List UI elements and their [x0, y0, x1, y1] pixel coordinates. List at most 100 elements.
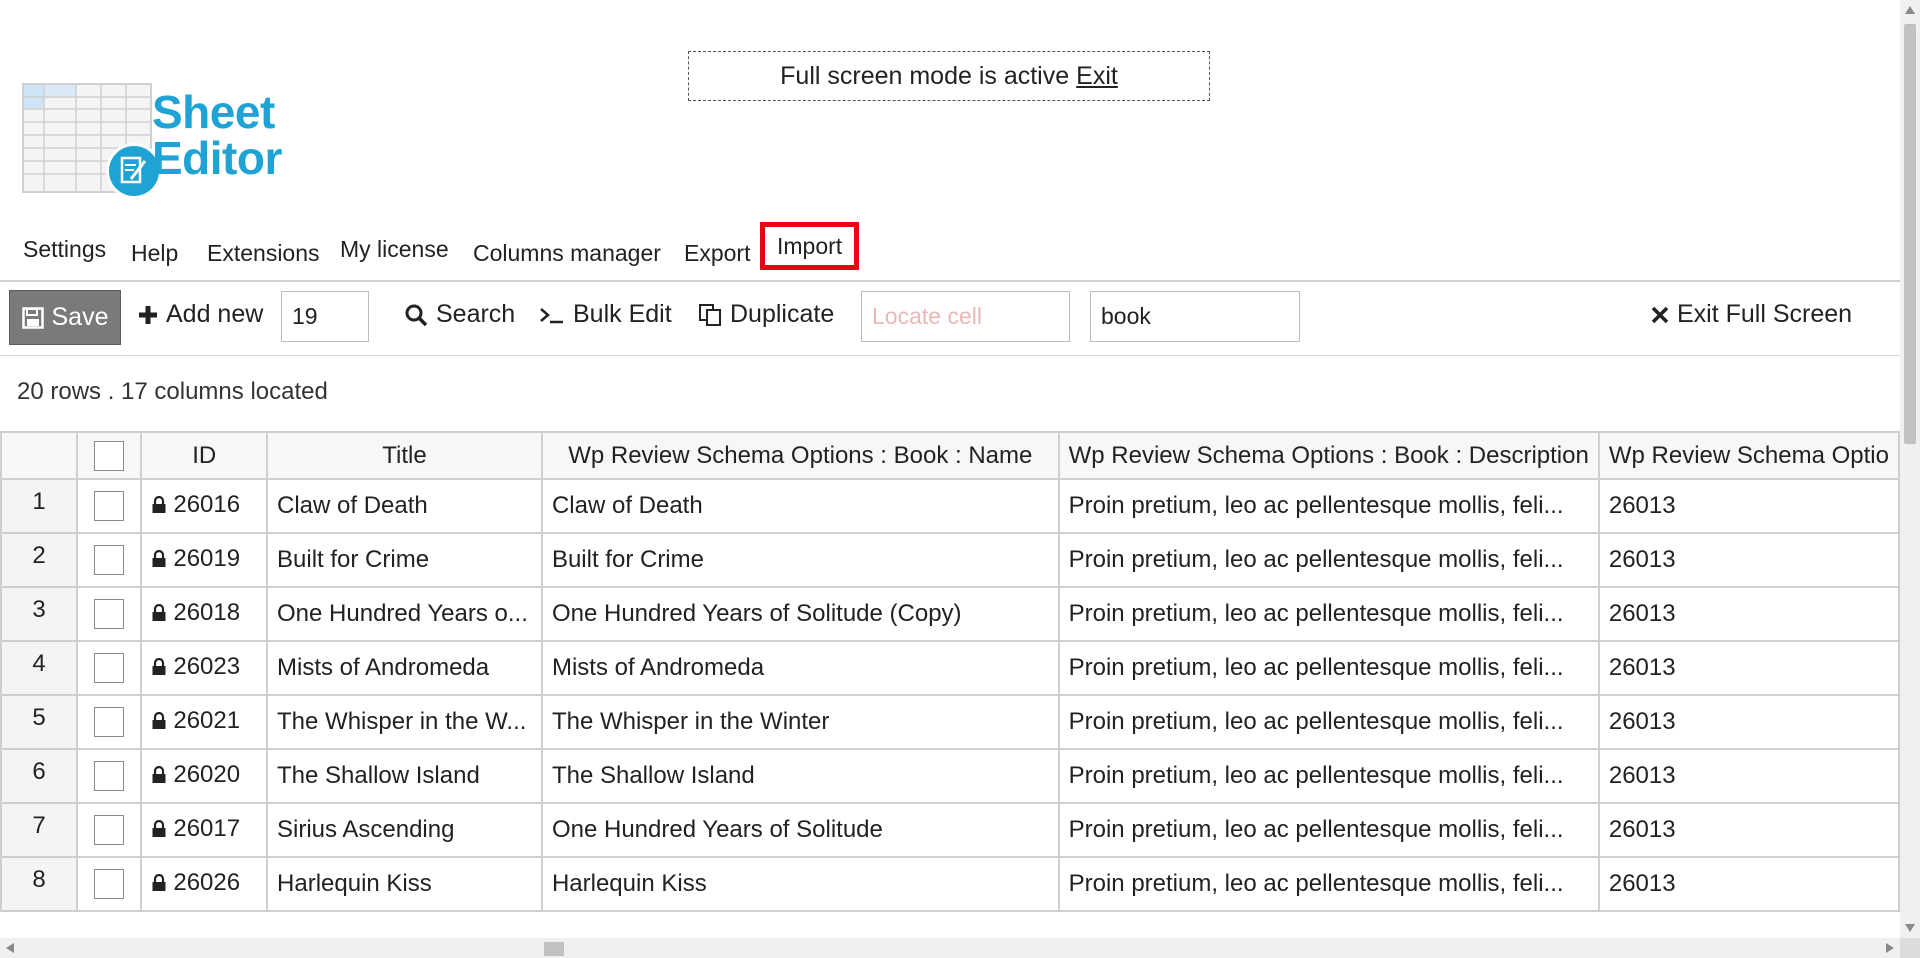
exit-full-screen-button[interactable]: Exit Full Screen — [1651, 300, 1852, 329]
row-checkbox[interactable] — [94, 815, 125, 845]
menu-columns-manager[interactable]: Columns manager — [473, 240, 661, 267]
title-cell[interactable]: Built for Crime — [266, 532, 543, 588]
scroll-up-arrow-icon[interactable] — [1905, 6, 1915, 14]
horizontal-scrollbar[interactable] — [0, 938, 1900, 958]
menu-settings[interactable]: Settings — [23, 236, 106, 263]
row-number[interactable]: 5 — [0, 694, 79, 750]
extra-cell[interactable]: 26013 — [1597, 478, 1900, 534]
rows-count-status: 20 rows . 17 columns located — [17, 378, 328, 405]
description-cell[interactable]: Proin pretium, leo ac pellentesque molli… — [1057, 586, 1600, 642]
fullscreen-exit-link[interactable]: Exit — [1076, 62, 1118, 91]
extra-cell[interactable]: 26013 — [1597, 748, 1900, 804]
title-cell[interactable]: Harlequin Kiss — [266, 856, 543, 912]
name-cell[interactable]: The Shallow Island — [540, 748, 1060, 804]
row-number[interactable]: 6 — [0, 748, 79, 804]
extra-cell[interactable]: 26013 — [1597, 586, 1900, 642]
select-all-checkbox[interactable] — [94, 440, 125, 471]
row-checkbox[interactable] — [94, 491, 125, 521]
lock-icon — [151, 601, 167, 629]
row-checkbox[interactable] — [94, 599, 125, 629]
id-cell: 26017 — [140, 802, 269, 858]
table-row: 7 26017 Sirius Ascending One Hundred Years … — [0, 802, 1900, 858]
menu-export[interactable]: Export — [684, 240, 750, 267]
name-cell[interactable]: Claw of Death — [540, 478, 1060, 534]
id-cell: 26026 — [140, 856, 269, 912]
scroll-left-arrow-icon[interactable] — [6, 943, 14, 953]
row-select-cell — [76, 532, 143, 588]
description-cell[interactable]: Proin pretium, leo ac pellentesque molli… — [1057, 694, 1600, 750]
name-cell[interactable]: One Hundred Years of Solitude (Copy) — [540, 586, 1060, 642]
table-row: 3 26018 One Hundred Years o... One Hundred … — [0, 586, 1900, 642]
name-cell[interactable]: One Hundred Years of Solitude — [540, 802, 1060, 858]
name-cell[interactable]: Mists of Andromeda — [540, 640, 1060, 696]
title-cell[interactable]: Mists of Andromeda — [266, 640, 543, 696]
filter-input[interactable] — [1090, 291, 1300, 342]
select-all-header — [76, 431, 143, 480]
description-cell[interactable]: Proin pretium, leo ac pellentesque molli… — [1057, 640, 1600, 696]
save-button[interactable]: Save — [9, 290, 121, 345]
vertical-scrollbar[interactable] — [1900, 0, 1920, 938]
column-header-description[interactable]: Wp Review Schema Options : Book : Descri… — [1057, 431, 1600, 480]
column-header-title[interactable]: Title — [266, 431, 543, 480]
bulk-edit-button[interactable]: Bulk Edit — [539, 300, 672, 329]
plus-icon — [138, 305, 158, 325]
row-number[interactable]: 3 — [0, 586, 79, 642]
id-value: 26026 — [173, 869, 241, 896]
name-cell[interactable]: Harlequin Kiss — [540, 856, 1060, 912]
row-checkbox[interactable] — [94, 653, 125, 683]
description-cell[interactable]: Proin pretium, leo ac pellentesque molli… — [1057, 856, 1600, 912]
row-number[interactable]: 1 — [0, 478, 79, 534]
description-cell[interactable]: Proin pretium, leo ac pellentesque molli… — [1057, 532, 1600, 588]
lock-icon — [151, 493, 167, 521]
vertical-scroll-thumb[interactable] — [1904, 24, 1916, 444]
scroll-down-arrow-icon[interactable] — [1905, 924, 1915, 932]
extra-cell[interactable]: 26013 — [1597, 856, 1900, 912]
menu-extensions[interactable]: Extensions — [207, 240, 320, 267]
menu-my-license[interactable]: My license — [340, 236, 449, 263]
duplicate-button[interactable]: Duplicate — [698, 300, 834, 329]
row-checkbox[interactable] — [94, 707, 125, 737]
scroll-right-arrow-icon[interactable] — [1886, 943, 1894, 953]
row-number[interactable]: 7 — [0, 802, 79, 858]
title-cell[interactable]: Sirius Ascending — [266, 802, 543, 858]
row-checkbox[interactable] — [94, 869, 125, 899]
title-cell[interactable]: One Hundred Years o... — [266, 586, 543, 642]
extra-cell[interactable]: 26013 — [1597, 802, 1900, 858]
title-cell[interactable]: The Whisper in the W... — [266, 694, 543, 750]
extra-cell[interactable]: 26013 — [1597, 532, 1900, 588]
title-cell[interactable]: Claw of Death — [266, 478, 543, 534]
row-number[interactable]: 4 — [0, 640, 79, 696]
table-row: 8 26026 Harlequin Kiss Harlequin Kiss Proin … — [0, 856, 1900, 912]
add-new-button[interactable]: Add new — [138, 300, 263, 329]
add-count-input[interactable] — [281, 291, 369, 342]
extra-cell[interactable]: 26013 — [1597, 694, 1900, 750]
locate-cell-input[interactable] — [861, 291, 1070, 342]
row-number[interactable]: 2 — [0, 532, 79, 588]
id-cell: 26023 — [140, 640, 269, 696]
menu-help[interactable]: Help — [131, 240, 178, 267]
description-cell[interactable]: Proin pretium, leo ac pellentesque molli… — [1057, 478, 1600, 534]
search-button[interactable]: Search — [404, 300, 515, 329]
search-label: Search — [436, 300, 516, 328]
extra-cell[interactable]: 26013 — [1597, 640, 1900, 696]
description-cell[interactable]: Proin pretium, leo ac pellentesque molli… — [1057, 748, 1600, 804]
title-cell[interactable]: The Shallow Island — [266, 748, 543, 804]
id-value: 26018 — [173, 599, 241, 626]
column-header-id[interactable]: ID — [140, 431, 269, 480]
id-cell: 26021 — [140, 694, 269, 750]
column-header-extra[interactable]: Wp Review Schema Optio — [1597, 431, 1900, 480]
row-number[interactable]: 8 — [0, 856, 79, 912]
row-checkbox[interactable] — [94, 761, 125, 791]
description-cell[interactable]: Proin pretium, leo ac pellentesque molli… — [1057, 802, 1600, 858]
row-checkbox[interactable] — [94, 545, 125, 575]
name-cell[interactable]: The Whisper in the Winter — [540, 694, 1060, 750]
column-header-name[interactable]: Wp Review Schema Options : Book : Name — [540, 431, 1060, 480]
close-icon — [1651, 306, 1669, 324]
id-value: 26020 — [173, 761, 241, 788]
id-value: 26023 — [173, 653, 241, 680]
id-cell: 26018 — [140, 586, 269, 642]
horizontal-scroll-thumb[interactable] — [544, 942, 564, 956]
row-select-cell — [76, 694, 143, 750]
menu-import[interactable]: Import — [760, 222, 860, 270]
name-cell[interactable]: Built for Crime — [540, 532, 1060, 588]
